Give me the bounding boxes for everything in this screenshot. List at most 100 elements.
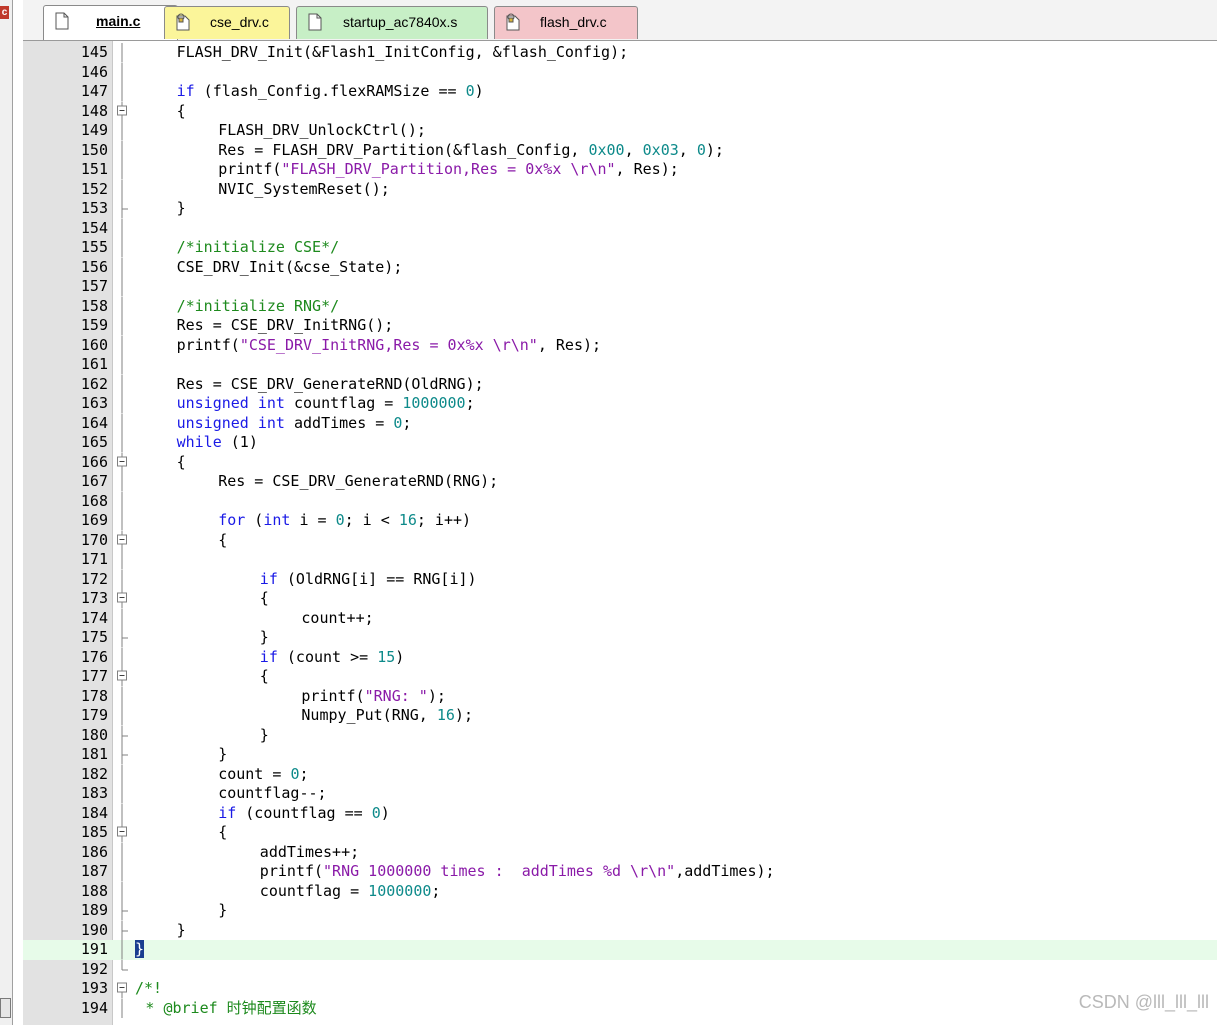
code-line[interactable]: 154 [23,218,1217,238]
code-line[interactable]: 182 count = 0; [23,764,1217,785]
code-text[interactable]: { [135,453,186,473]
code-line[interactable]: 164 unsigned int addTimes = 0; [23,413,1217,434]
code-line[interactable]: 176 if (count >= 15) [23,647,1217,668]
code-line[interactable]: 175} [23,628,1217,648]
code-text[interactable]: { [135,531,227,551]
code-text[interactable]: } [135,745,227,765]
code-text[interactable]: Res = FLASH_DRV_Partition(&flash_Config,… [135,141,724,161]
code-line[interactable]: 194 * @brief 时钟配置函数 [23,998,1217,1019]
code-text[interactable]: } [135,940,145,960]
fold-toggle-icon[interactable] [115,823,135,843]
code-line[interactable]: 178 printf("RNG: "); [23,686,1217,707]
fold-toggle-icon[interactable] [115,667,135,687]
code-line[interactable]: 190} [23,920,1217,941]
code-line[interactable]: 188 countflag = 1000000; [23,881,1217,902]
code-line[interactable]: 151 printf("FLASH_DRV_Partition,Res = 0x%… [23,160,1217,180]
code-line[interactable]: 160 printf("CSE_DRV_InitRNG,Res = 0x%x \r… [23,335,1217,356]
tab-startup-s[interactable]: startup_ac7840x.s [296,6,488,39]
code-line[interactable]: 180} [23,725,1217,746]
code-text[interactable]: { [135,823,227,843]
code-line[interactable]: 174 count++; [23,608,1217,628]
code-text[interactable]: Res = CSE_DRV_GenerateRND(OldRNG); [135,375,484,395]
code-text[interactable]: for (int i = 0; i < 16; i++) [135,511,471,531]
code-line[interactable]: 163 unsigned int countflag = 1000000; [23,394,1217,414]
code-text[interactable]: if (flash_Config.flexRAMSize == 0) [135,82,484,102]
code-text[interactable]: printf("RNG: "); [135,687,446,707]
code-text[interactable]: if (countflag == 0) [135,804,390,824]
code-text[interactable]: /*initialize CSE*/ [135,238,340,258]
code-text[interactable]: while (1) [135,433,258,453]
code-line[interactable]: 183 countflag--; [23,784,1217,804]
code-text[interactable]: FLASH_DRV_Init(&Flash1_InitConfig, &flas… [135,43,629,63]
code-text[interactable]: printf("RNG 1000000 times : addTimes %d … [135,862,775,882]
code-line[interactable]: 150 Res = FLASH_DRV_Partition(&flash_Conf… [23,140,1217,161]
fold-toggle-icon[interactable] [115,979,135,999]
code-text[interactable]: if (count >= 15) [135,648,405,668]
code-editor[interactable]: 145 FLASH_DRV_Init(&Flash1_InitConfig, &f… [23,41,1217,1025]
code-line[interactable]: 152 NVIC_SystemReset(); [23,179,1217,200]
code-text[interactable]: * @brief 时钟配置函数 [135,999,316,1019]
code-line[interactable]: 162 Res = CSE_DRV_GenerateRND(OldRNG); [23,374,1217,395]
code-line[interactable]: 145 FLASH_DRV_Init(&Flash1_InitConfig, &f… [23,43,1217,63]
code-text[interactable]: } [135,901,227,921]
code-line[interactable]: 191} [23,940,1217,960]
splitter[interactable] [13,0,23,1025]
code-line[interactable]: 167 Res = CSE_DRV_GenerateRND(RNG); [23,472,1217,492]
code-text[interactable]: /*initialize RNG*/ [135,297,340,317]
code-line[interactable]: 170 { [23,530,1217,551]
code-line[interactable]: 146 [23,62,1217,82]
code-text[interactable]: { [135,589,269,609]
code-text[interactable]: unsigned int countflag = 1000000; [135,394,475,414]
code-line[interactable]: 168 [23,491,1217,511]
code-text[interactable]: printf("FLASH_DRV_Partition,Res = 0x%x \… [135,160,679,180]
code-text[interactable]: countflag--; [135,784,326,804]
code-text[interactable]: printf("CSE_DRV_InitRNG,Res = 0x%x \r\n"… [135,336,601,356]
code-line[interactable]: 185 { [23,823,1217,843]
code-line[interactable]: 189} [23,901,1217,921]
code-line[interactable]: 187 printf("RNG 1000000 times : addTimes … [23,862,1217,882]
code-text[interactable]: { [135,667,269,687]
code-text[interactable]: if (OldRNG[i] == RNG[i]) [135,570,477,590]
code-text[interactable]: NVIC_SystemReset(); [135,180,390,200]
code-line[interactable]: 161 [23,355,1217,375]
code-line[interactable]: 149 FLASH_DRV_UnlockCtrl(); [23,121,1217,141]
code-line[interactable]: 169 for (int i = 0; i < 16; i++) [23,511,1217,531]
code-text[interactable]: unsigned int addTimes = 0; [135,414,412,434]
code-text[interactable]: FLASH_DRV_UnlockCtrl(); [135,121,426,141]
code-line[interactable]: 173 { [23,589,1217,609]
code-text[interactable]: } [135,628,269,648]
tab-main-c[interactable]: main.c [43,5,178,40]
code-text[interactable]: Res = CSE_DRV_GenerateRND(RNG); [135,472,498,492]
code-line[interactable]: 193 /*! [23,979,1217,999]
code-text[interactable]: { [135,102,186,122]
code-text[interactable]: Numpy_Put(RNG, 16); [135,706,473,726]
code-line[interactable]: 158 /*initialize RNG*/ [23,296,1217,317]
code-line[interactable]: 159 Res = CSE_DRV_InitRNG(); [23,316,1217,336]
code-text[interactable]: Res = CSE_DRV_InitRNG(); [135,316,394,336]
tab-cse-drv-c[interactable]: cse_drv.c [164,6,290,39]
code-line[interactable]: 179 Numpy_Put(RNG, 16); [23,706,1217,726]
code-line[interactable]: 171 [23,550,1217,570]
code-line[interactable]: 153} [23,199,1217,219]
code-text[interactable]: addTimes++; [135,843,359,863]
code-text[interactable]: CSE_DRV_Init(&cse_State); [135,258,403,278]
code-line[interactable]: 184 if (countflag == 0) [23,803,1217,824]
fold-toggle-icon[interactable] [115,530,135,551]
code-line[interactable]: 156 CSE_DRV_Init(&cse_State); [23,257,1217,278]
code-line[interactable]: 186 addTimes++; [23,842,1217,863]
code-text[interactable]: } [135,726,269,746]
code-line[interactable]: 172 if (OldRNG[i] == RNG[i]) [23,569,1217,590]
code-line[interactable]: 192 [23,959,1217,980]
code-line[interactable]: 166 { [23,452,1217,473]
code-line[interactable]: 177 { [23,667,1217,687]
fold-toggle-icon[interactable] [115,589,135,609]
code-text[interactable]: } [135,921,186,941]
left-panel-scroll-handle[interactable] [0,998,11,1018]
fold-toggle-icon[interactable] [115,452,135,473]
code-line[interactable]: 181} [23,745,1217,765]
code-text[interactable]: countflag = 1000000; [135,882,441,902]
code-text[interactable]: /*! [135,979,162,999]
code-text[interactable]: count = 0; [135,765,308,785]
fold-toggle-icon[interactable] [115,101,135,122]
tab-flash-drv-c[interactable]: flash_drv.c [494,6,638,39]
